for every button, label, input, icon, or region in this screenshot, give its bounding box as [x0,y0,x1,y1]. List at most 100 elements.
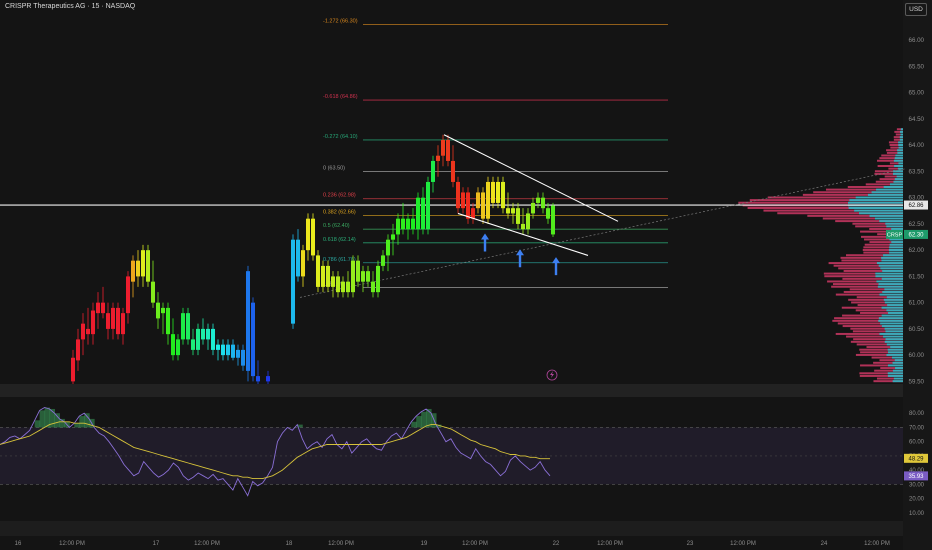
volume-profile-bar-inner [895,157,903,159]
volume-profile-bar-inner [897,149,903,151]
symbol-tag-label: CRSP [887,232,903,238]
volume-profile-bar-inner [897,175,903,177]
volume-profile-bar-inner [885,330,903,332]
time-axis-label: 12:00 PM [59,541,85,547]
rsi-tick-label: 20.00 [909,497,925,503]
candle-body [536,198,540,203]
candle-body [251,303,255,376]
pane-separator-bottom [0,521,932,536]
volume-profile-bar-inner [888,372,903,374]
candle-body [346,282,350,292]
volume-profile-bar-inner [875,275,903,277]
last-price-label: 62.30 [908,233,924,239]
rsi-overbought-fill [84,413,89,427]
candle-body [406,219,410,229]
candle-body [551,206,555,235]
rsi-overbought-fill [55,413,60,427]
volume-profile-bar-inner [854,210,903,212]
candle-body [196,329,200,350]
volume-profile-bar-inner [899,147,903,149]
volume-profile-bar-inner [885,328,903,330]
candle-body [141,250,145,276]
candle-body [211,329,215,350]
time-axis-label: 24 [821,541,828,547]
volume-profile-bar-inner [848,202,903,204]
rsi-overbought-fill [40,410,45,427]
candle-body [151,282,155,303]
volume-profile-bar-inner [894,378,903,380]
volume-profile-bar-inner [879,294,903,296]
candle-body [186,313,190,339]
time-axis-label: 12:00 PM [462,541,488,547]
time-axis-label: 12:00 PM [864,541,890,547]
volume-profile-bar-inner [882,325,903,327]
volume-profile-bar-inner [887,354,903,356]
candle-body [351,261,355,292]
candle-body [86,329,90,334]
volume-profile-bar-inner [887,343,903,345]
time-axis-label: 12:00 PM [194,541,220,547]
candle-body [446,140,450,161]
fib-level-label: -0.272 (64.10) [323,134,358,140]
candle-body [131,261,135,282]
candle-body [146,250,150,281]
candle-body [231,345,235,358]
volume-profile-bar-inner [889,249,903,251]
volume-profile-bar-inner [895,178,903,180]
volume-profile-bar-inner [895,155,903,157]
candle-body [546,208,550,218]
volume-profile-bar-inner [881,259,903,261]
candle-body [236,350,240,358]
volume-profile-bar-inner [887,304,903,306]
candle-body [121,313,125,334]
volume-profile-bar-inner [849,199,903,201]
volume-profile-bar-inner [898,144,903,146]
pane-separator [0,384,932,397]
currency-button[interactable]: USD [905,3,927,16]
symbol-title[interactable]: CRISPR Therapeutics AG · 15 · NASDAQ [5,3,135,10]
candle-body [521,224,525,229]
candle-body [436,156,440,161]
trading-chart[interactable]: 59.5060.0060.5061.0061.5062.0062.5063.00… [0,0,932,550]
candle-body [516,208,520,224]
candle-body [431,161,435,182]
time-axis-label: 16 [15,541,22,547]
volume-profile-bar-inner [875,273,903,275]
volume-profile-bar-inner [885,301,903,303]
candle-body [541,198,545,208]
candle-body [481,192,485,218]
volume-profile-bar-inner [886,309,903,311]
candle-body [91,311,95,335]
candle-body [116,308,120,334]
rsi-overbought-fill [79,416,84,427]
rsi-overbought-fill [74,423,79,427]
price-tick-label: 61.50 [909,273,925,280]
volume-profile-bar-inner [894,160,903,162]
volume-profile-bar-inner [882,270,903,272]
volume-profile-bar-inner [868,194,903,196]
volume-profile-bar-inner [878,320,903,322]
candle-body [531,203,535,213]
volume-profile-bar-inner [872,191,903,193]
lightning-icon [550,371,554,378]
time-axis-label: 19 [421,541,428,547]
volume-profile-bar-inner [898,141,903,143]
volume-profile-bar-inner [888,312,903,314]
candle-body [126,276,130,313]
volume-profile-bar-inner [883,254,903,256]
volume-profile-bar-inner [888,351,903,353]
candle-body [416,198,420,229]
candle-body [506,208,510,213]
volume-profile-bar-inner [882,315,903,317]
volume-profile-bar-inner [891,241,903,243]
candle-body [321,266,325,287]
volume-profile-bar-inner [891,228,903,230]
volume-profile-bar-inner [870,215,903,217]
rsi-value-label: 48.29 [908,457,924,463]
candle-body [371,282,375,292]
up-arrow-icon [552,257,560,275]
candle-body [226,345,230,355]
candle-body [201,329,205,339]
price-tick-label: 62.00 [909,247,925,254]
rsi-overbought-fill [416,416,421,427]
